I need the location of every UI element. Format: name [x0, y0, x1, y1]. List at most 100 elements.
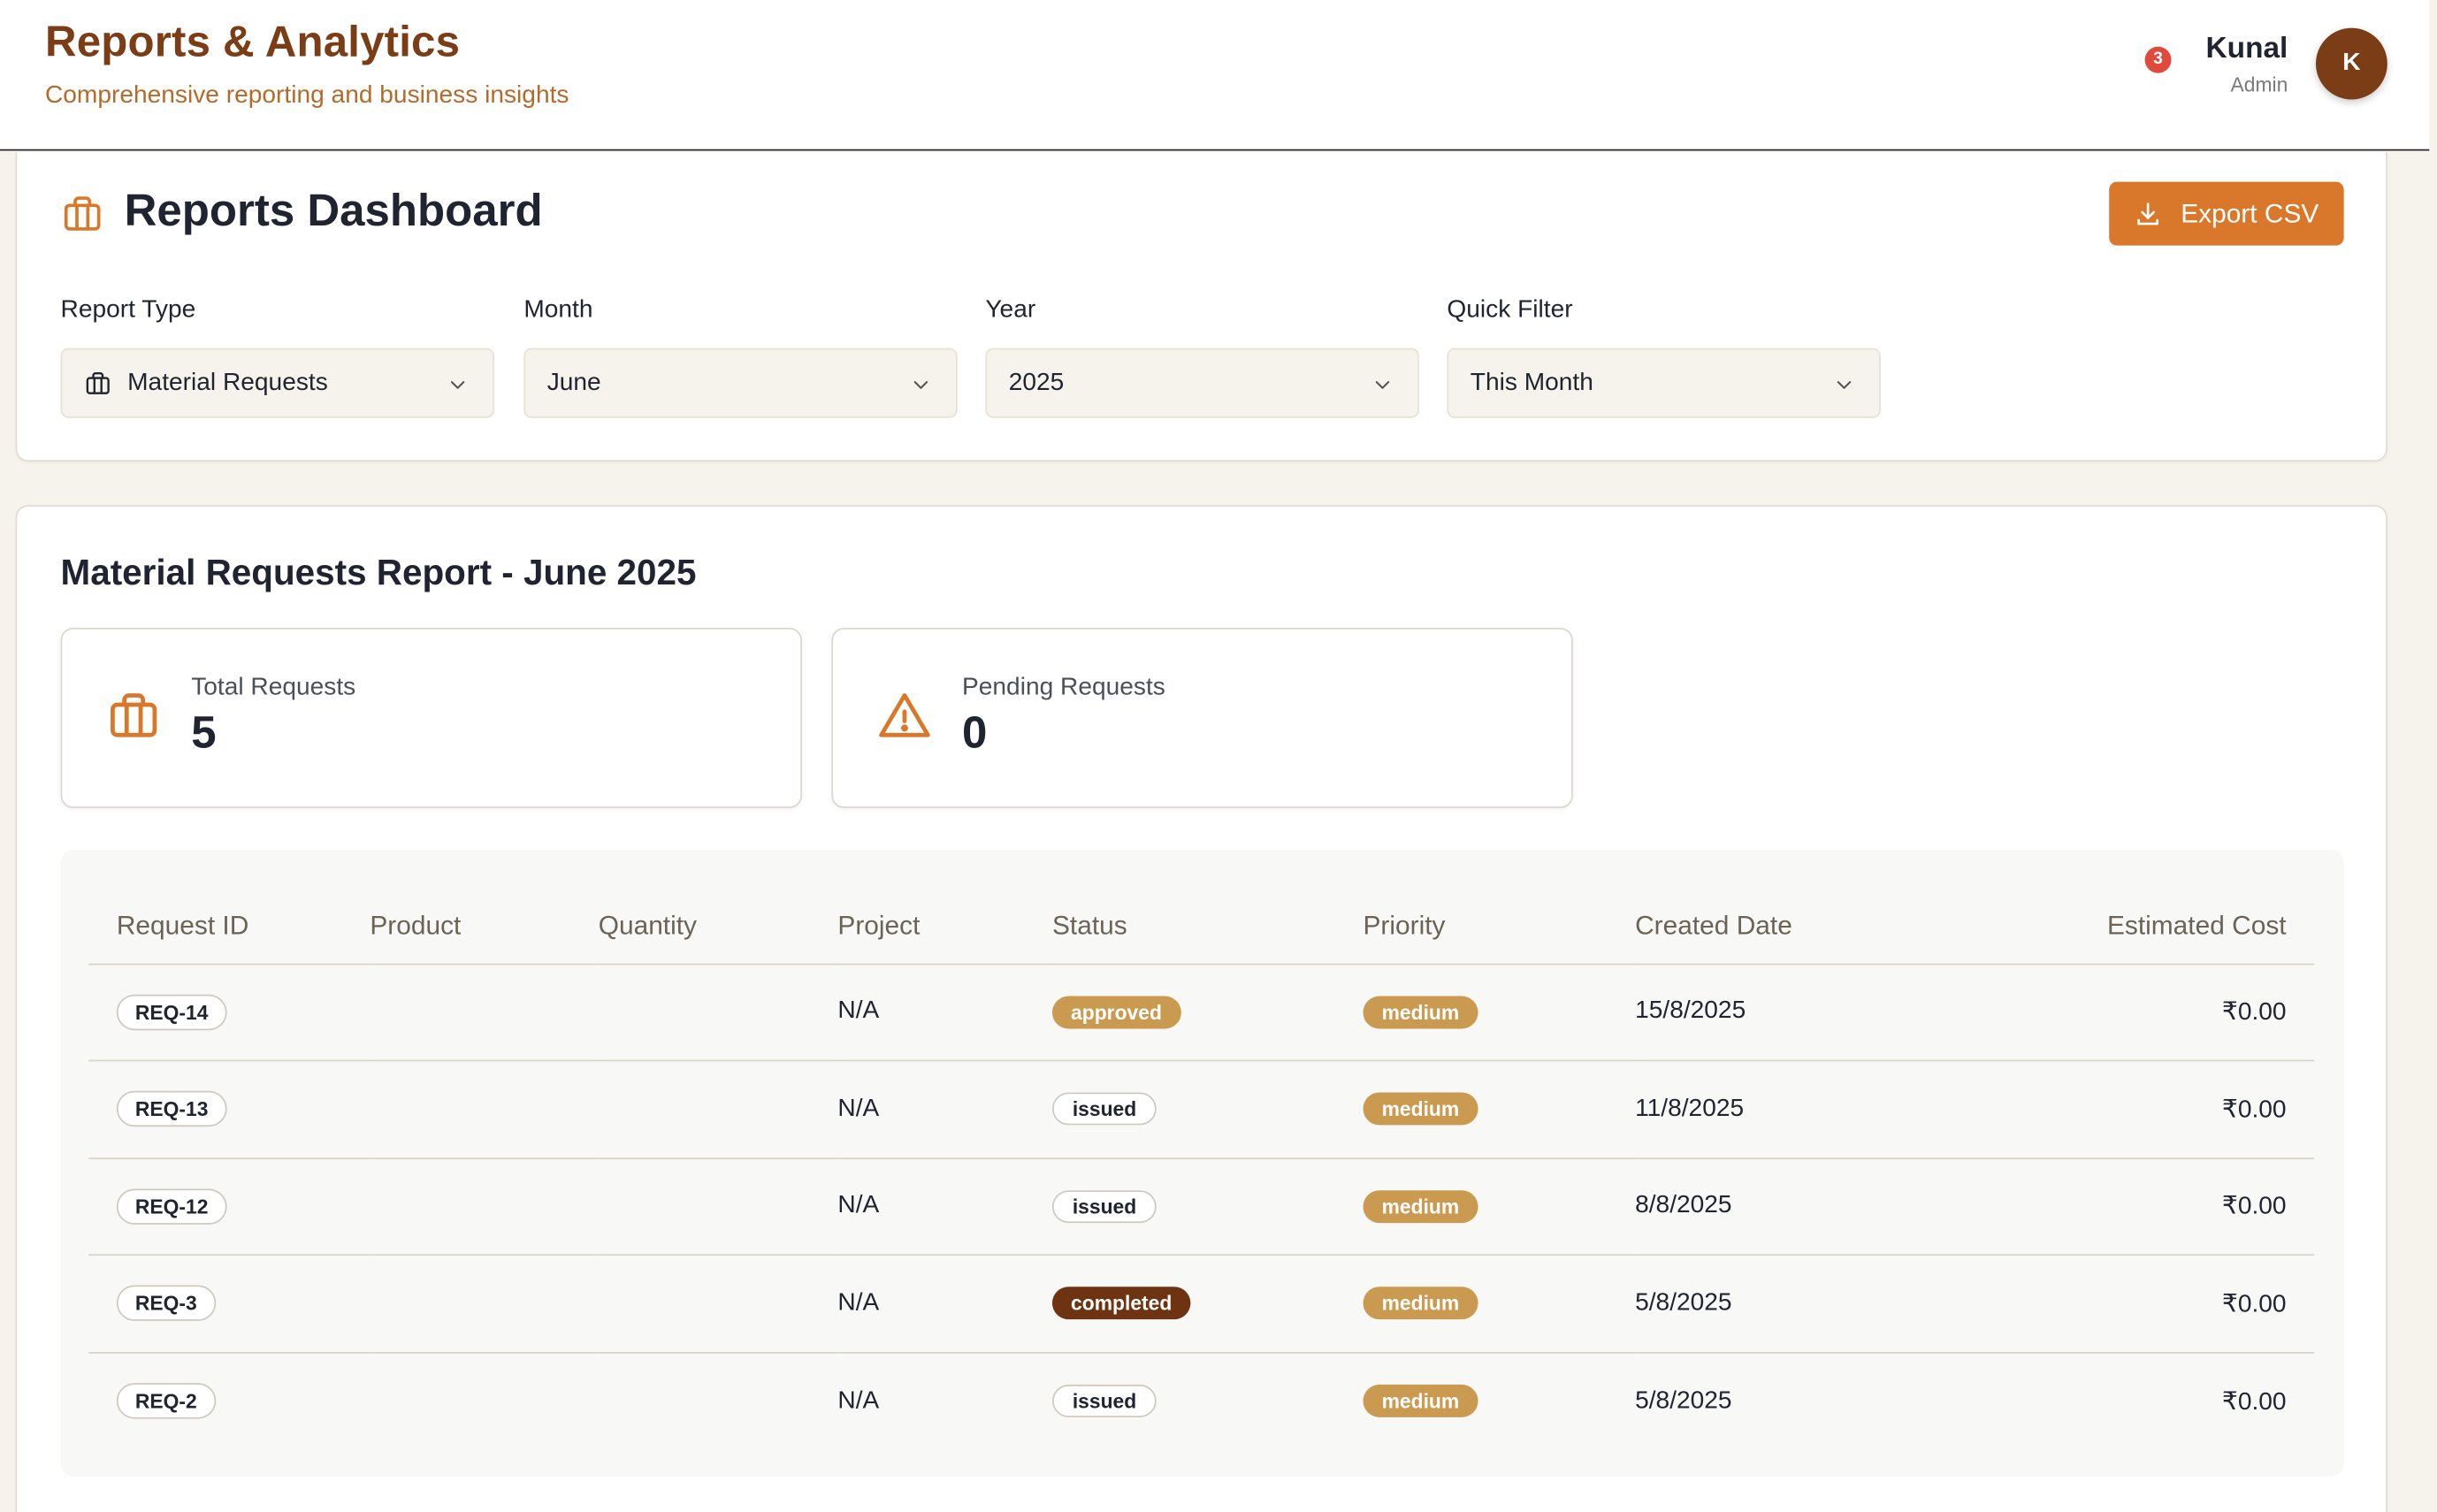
project-cell: N/A: [837, 1060, 1052, 1159]
request-id-badge[interactable]: REQ-14: [116, 994, 227, 1030]
export-csv-button[interactable]: Export CSV: [2109, 181, 2344, 246]
project-cell: N/A: [837, 963, 1052, 1062]
request-id-cell: REQ-2: [88, 1352, 370, 1449]
table-header-row: Request ID Product Quantity Project Stat…: [88, 889, 2315, 965]
avatar[interactable]: K: [2315, 27, 2387, 100]
request-id-cell: REQ-3: [88, 1255, 371, 1353]
estimated-cost-cell: ₹0.00: [2221, 1388, 2287, 1416]
request-id-badge[interactable]: REQ-3: [116, 1285, 216, 1322]
quantity-cell: [598, 1157, 838, 1256]
table-row[interactable]: REQ-13 N/A issued medium 11/8/2025 ₹0.00: [88, 1060, 2315, 1159]
export-csv-label: Export CSV: [2181, 198, 2319, 228]
month-select[interactable]: June: [523, 347, 958, 418]
briefcase-icon: [111, 693, 157, 737]
status-badge: issued: [1051, 1189, 1157, 1223]
notification-badge[interactable]: 3: [2144, 46, 2172, 73]
priority-cell: medium: [1363, 1352, 1636, 1449]
priority-cell: medium: [1363, 1255, 1636, 1353]
page-subtitle: Comprehensive reporting and business ins…: [44, 82, 569, 110]
chevron-down-icon: [1837, 381, 1852, 389]
quick-filter-select[interactable]: This Month: [1447, 347, 1881, 418]
product-cell: [370, 1352, 598, 1449]
table-row[interactable]: REQ-2 N/A issued medium 5/8/2025 ₹0.00: [88, 1352, 2314, 1449]
status-badge: issued: [1051, 1384, 1157, 1417]
quantity-cell: [599, 1352, 838, 1449]
chevron-down-icon: [1375, 381, 1390, 389]
request-id-badge[interactable]: REQ-12: [116, 1188, 227, 1225]
estimated-cost-cell: ₹0.00: [1914, 1255, 2315, 1353]
report-type-value: Material Requests: [127, 370, 328, 397]
quick-filter-value: This Month: [1470, 370, 1593, 397]
product-cell: [370, 1060, 599, 1159]
requests-table: Request ID Product Quantity Project Stat…: [88, 889, 2315, 1449]
priority-badge: medium: [1363, 1189, 1478, 1223]
request-id-cell: REQ-12: [88, 1157, 371, 1256]
request-id-badge[interactable]: REQ-13: [116, 1091, 227, 1127]
product-cell: [370, 1255, 599, 1353]
priority-badge: medium: [1363, 1287, 1478, 1320]
reports-dashboard-card: Reports Dashboard Export CSV Report Type…: [15, 152, 2387, 462]
status-badge: issued: [1051, 1092, 1157, 1126]
report-card: Material Requests Report - June 2025 Tot…: [15, 505, 2387, 1512]
column-header[interactable]: Status: [1051, 889, 1364, 965]
year-label: Year: [985, 296, 1036, 324]
project-cell: N/A: [837, 1157, 1052, 1256]
request-id-cell: REQ-14: [88, 963, 371, 1062]
project-cell: N/A: [837, 1386, 880, 1414]
stat-label: Pending Requests: [962, 674, 1165, 701]
top-header: Reports & Analytics Comprehensive report…: [0, 0, 2430, 151]
quantity-cell: [598, 1255, 838, 1353]
user-role: Admin: [2230, 73, 2288, 96]
status-badge: completed: [1051, 1287, 1191, 1320]
status-cell: issued: [1051, 1157, 1364, 1256]
priority-badge: medium: [1363, 1384, 1478, 1417]
table-row[interactable]: REQ-12 N/A issued medium 8/8/2025 ₹0.00: [88, 1157, 2315, 1256]
quantity-cell: [598, 963, 838, 1062]
product-cell: [370, 1157, 599, 1256]
year-select[interactable]: 2025: [985, 347, 1419, 418]
priority-badge: medium: [1363, 996, 1478, 1029]
report-type-select[interactable]: Material Requests: [60, 347, 494, 418]
column-header[interactable]: Request ID: [88, 889, 371, 965]
status-cell: issued: [1051, 1060, 1364, 1159]
product-cell: [370, 963, 599, 1062]
quick-filter-label: Quick Filter: [1447, 296, 1573, 324]
stat-card-pending-requests: Pending Requests 0: [831, 628, 1573, 808]
report-type-label: Report Type: [60, 296, 196, 324]
column-header[interactable]: Priority: [1363, 889, 1636, 965]
project-cell: N/A: [837, 1255, 1052, 1353]
created-date-cell: 5/8/2025: [1635, 1386, 1732, 1414]
column-header[interactable]: Product: [370, 889, 599, 965]
stat-value: 5: [191, 708, 217, 759]
download-icon: [2137, 202, 2159, 225]
estimated-cost-cell: ₹0.00: [1914, 963, 2315, 1062]
request-id-badge[interactable]: REQ-2: [116, 1383, 216, 1419]
column-header[interactable]: Project: [837, 889, 1052, 965]
requests-table-container: Request ID Product Quantity Project Stat…: [60, 850, 2344, 1477]
estimated-cost-cell: ₹0.00: [1914, 1060, 2315, 1159]
warning-triangle-icon: [879, 693, 930, 737]
created-date-cell: 15/8/2025: [1635, 963, 1915, 1062]
column-header[interactable]: Created Date: [1635, 889, 1915, 965]
status-cell: approved: [1051, 963, 1364, 1062]
table-row[interactable]: REQ-3 N/A completed medium 5/8/2025 ₹0.00: [88, 1255, 2315, 1353]
status-cell: completed: [1051, 1255, 1364, 1353]
created-date-cell: 8/8/2025: [1635, 1157, 1915, 1256]
column-header[interactable]: Quantity: [598, 889, 838, 965]
table-row[interactable]: REQ-14 N/A approved medium 15/8/2025 ₹0.00: [88, 963, 2315, 1062]
priority-cell: medium: [1363, 1157, 1636, 1256]
chevron-down-icon: [450, 381, 465, 389]
page-title: Reports & Analytics: [44, 17, 461, 65]
stat-value: 0: [962, 708, 988, 759]
user-name: Kunal: [2205, 32, 2288, 65]
report-title: Material Requests Report - June 2025: [60, 551, 697, 592]
priority-cell: medium: [1363, 1060, 1636, 1159]
status-badge: approved: [1051, 996, 1181, 1029]
priority-badge: medium: [1363, 1092, 1478, 1126]
briefcase-icon: [86, 372, 110, 394]
dashboard-title: Reports Dashboard: [124, 186, 543, 237]
quantity-cell: [598, 1060, 838, 1159]
month-value: June: [546, 370, 601, 397]
year-value: 2025: [1008, 370, 1065, 397]
column-header[interactable]: Estimated Cost: [1914, 889, 2315, 965]
